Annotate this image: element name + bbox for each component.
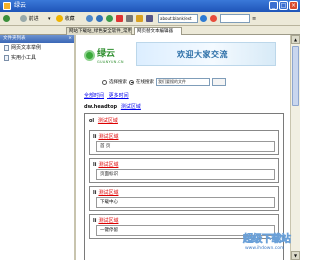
maximize-button[interactable]: □ bbox=[279, 1, 288, 10]
print-button[interactable] bbox=[126, 14, 133, 24]
item-tag-label: li bbox=[93, 190, 97, 196]
sidebar-header-label: 文件夹列表 bbox=[3, 36, 26, 41]
site-search-input[interactable]: 我们要搜的文件 bbox=[156, 78, 210, 86]
sidebar: 文件夹列表 × 网页文本举例 实用小工具 bbox=[0, 35, 76, 260]
watermark-text: 超级下载站 bbox=[243, 234, 292, 246]
search-icon bbox=[210, 15, 217, 22]
forward-button[interactable]: 前进 bbox=[20, 14, 39, 24]
site-search: 选择搜索 在线搜索 我们要搜的文件 bbox=[102, 77, 284, 87]
search-option-label: 选择搜索 bbox=[109, 80, 127, 85]
test-area-link[interactable]: 测试区域 bbox=[98, 118, 118, 124]
list-tag-label: ol bbox=[89, 118, 95, 124]
test-area-link[interactable]: 测试区域 bbox=[121, 104, 141, 110]
print-icon bbox=[126, 15, 133, 22]
item-content[interactable]: 首 页 bbox=[96, 141, 275, 152]
item-tag-label: li bbox=[93, 218, 97, 224]
forward-arrow-icon bbox=[20, 15, 27, 22]
test-area-link[interactable]: 测试区域 bbox=[98, 162, 118, 168]
search-button[interactable] bbox=[210, 14, 217, 24]
all-time-link[interactable]: 全部时间 bbox=[84, 93, 104, 99]
toolbar: 前进 ▾ 收藏 about:blank/ext ≡ bbox=[0, 12, 300, 26]
favorites-label: 收藏 bbox=[64, 16, 75, 22]
sidebar-header: 文件夹列表 × bbox=[0, 35, 74, 43]
tab-bar: 网站下载站_绿色安全软件_常用 网页替文本编辑器 bbox=[0, 26, 300, 35]
search-option-radio[interactable] bbox=[102, 79, 107, 85]
back-button[interactable] bbox=[3, 14, 10, 24]
minimize-button[interactable]: _ bbox=[269, 1, 278, 10]
watermark: 超级下载站 www.ihdown.com bbox=[239, 229, 297, 257]
time-links: 全部时间 更多时间 bbox=[84, 92, 132, 99]
page-icon bbox=[4, 45, 9, 51]
app-logo-icon bbox=[3, 2, 11, 10]
back-arrow-icon bbox=[3, 15, 10, 22]
window-titlebar: 绿云 _ □ × bbox=[0, 0, 300, 12]
watermark-url: www.ihdown.com bbox=[245, 246, 285, 251]
refresh-button[interactable] bbox=[106, 14, 113, 24]
vertical-scrollbar[interactable]: ▲ ▼ bbox=[290, 35, 300, 260]
page-icon bbox=[4, 55, 9, 61]
go-button[interactable] bbox=[200, 14, 207, 24]
close-button[interactable]: × bbox=[289, 1, 298, 10]
sidebar-item-tools[interactable]: 实用小工具 bbox=[0, 53, 74, 63]
item-content[interactable]: 下载中心 bbox=[96, 197, 275, 208]
window-title: 绿云 bbox=[14, 2, 27, 9]
stop-button[interactable] bbox=[116, 14, 123, 24]
mail-icon bbox=[136, 15, 143, 22]
site-search-button[interactable] bbox=[212, 78, 226, 86]
menu-button[interactable]: ≡ bbox=[252, 14, 256, 24]
list-header: ol 测试区域 bbox=[89, 117, 118, 124]
section-header: dw.headtop 测试区域 bbox=[84, 103, 141, 110]
list-item: li 测试区域 首 页 bbox=[89, 130, 279, 155]
history-button[interactable] bbox=[86, 14, 93, 24]
tools-button[interactable] bbox=[146, 14, 153, 24]
history-icon bbox=[86, 15, 93, 22]
more-time-link[interactable]: 更多时间 bbox=[109, 93, 129, 99]
dropdown-button[interactable]: ▾ bbox=[48, 14, 51, 24]
item-tag-label: li bbox=[93, 162, 97, 168]
item-content[interactable]: 页面标识 bbox=[96, 169, 275, 180]
item-tag-label: li bbox=[93, 134, 97, 140]
star-icon bbox=[56, 15, 63, 22]
list-item: li 测试区域 下载中心 bbox=[89, 186, 279, 211]
mail-button[interactable] bbox=[136, 14, 143, 24]
favorites-button[interactable]: 收藏 bbox=[56, 14, 75, 24]
sidebar-item-examples[interactable]: 网页文本举例 bbox=[0, 43, 74, 53]
forward-label: 前进 bbox=[28, 16, 39, 22]
page-content: 绿云 GUANYUN.CN 欢迎大家交流 选择搜索 在线搜索 我们要搜的文件 全… bbox=[78, 35, 290, 260]
list-item: li 测试区域 页面标识 bbox=[89, 158, 279, 183]
test-area-link[interactable]: 测试区域 bbox=[98, 190, 118, 196]
sidebar-item-label: 网页文本举例 bbox=[11, 45, 42, 51]
sidebar-close-icon[interactable]: × bbox=[68, 35, 72, 43]
address-input[interactable]: about:blank/ext bbox=[158, 14, 198, 23]
refresh-icon bbox=[106, 15, 113, 22]
tab-label: 网页替文本编辑器 bbox=[137, 29, 173, 34]
welcome-banner: 欢迎大家交流 bbox=[136, 42, 276, 66]
sidebar-item-label: 实用小工具 bbox=[11, 55, 37, 61]
site-logo[interactable]: 绿云 GUANYUN.CN bbox=[84, 44, 126, 72]
scroll-up-icon[interactable]: ▲ bbox=[291, 35, 300, 44]
test-area-link[interactable]: 测试区域 bbox=[98, 134, 118, 140]
tab-label: 网站下载站_绿色安全软件_常用 bbox=[69, 29, 132, 34]
online-search-label: 在线搜索 bbox=[136, 80, 154, 85]
banner-text: 欢迎大家交流 bbox=[177, 50, 228, 59]
home-button[interactable] bbox=[96, 14, 103, 24]
search-input[interactable] bbox=[220, 14, 250, 23]
tab-editor[interactable]: 网页替文本编辑器 bbox=[134, 27, 182, 35]
leaf-logo-icon bbox=[84, 50, 95, 61]
stop-icon bbox=[116, 15, 123, 22]
tab-download-site[interactable]: 网站下载站_绿色安全软件_常用 bbox=[66, 27, 132, 35]
logo-name: 绿云 bbox=[97, 49, 116, 59]
go-arrow-icon bbox=[200, 15, 207, 22]
test-area-link[interactable]: 测试区域 bbox=[98, 218, 118, 224]
home-icon bbox=[96, 15, 103, 22]
tools-icon bbox=[146, 15, 153, 22]
online-search-radio[interactable] bbox=[129, 79, 134, 85]
section-label: dw.headtop bbox=[84, 104, 118, 110]
logo-subtitle: GUANYUN.CN bbox=[97, 60, 124, 64]
scroll-thumb[interactable] bbox=[292, 46, 299, 106]
